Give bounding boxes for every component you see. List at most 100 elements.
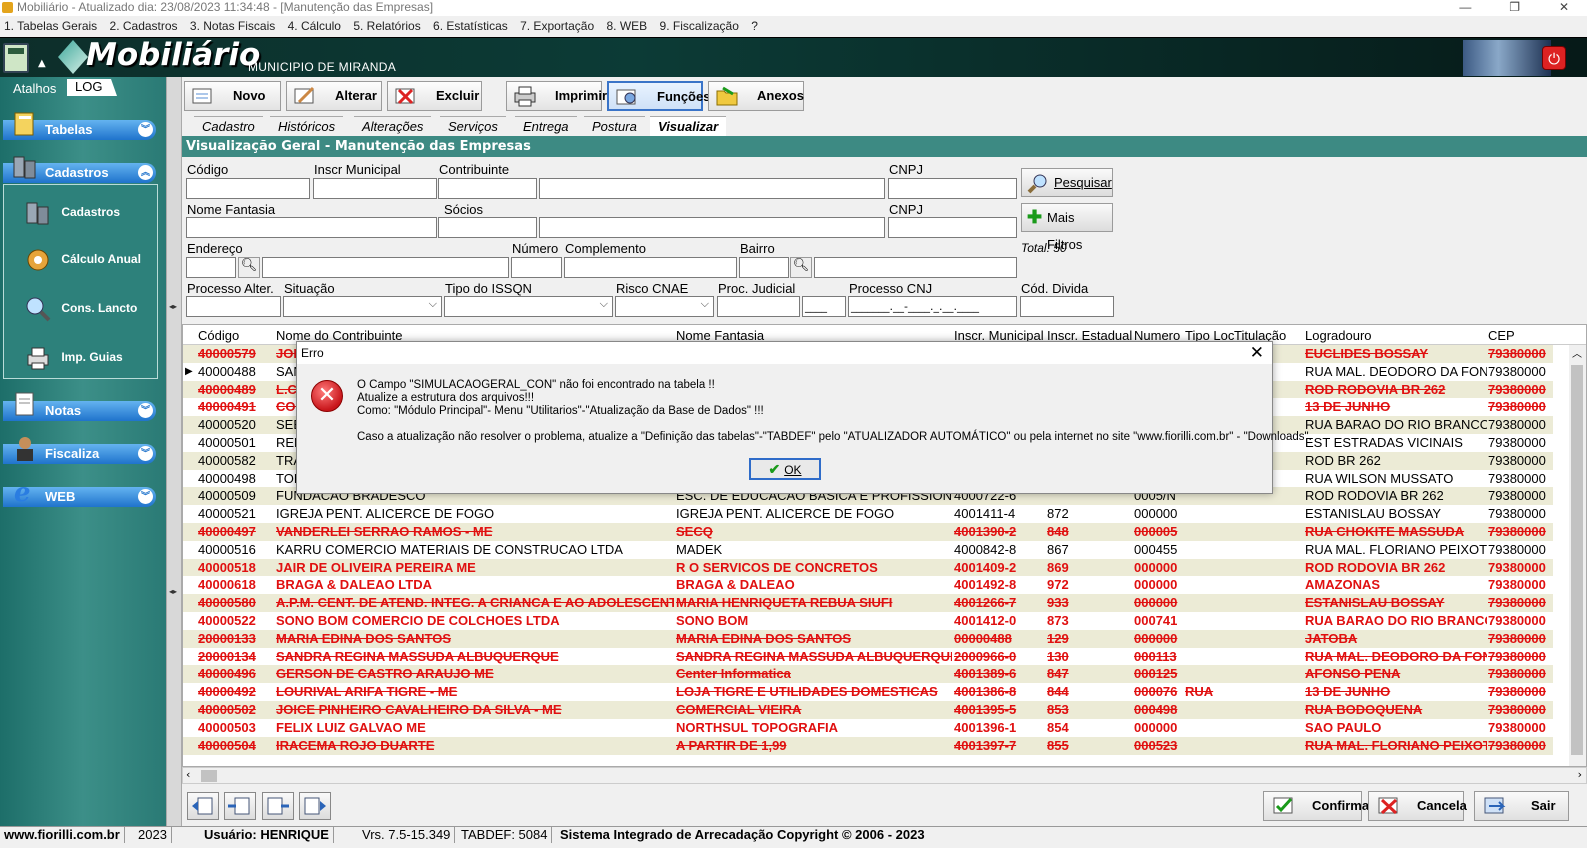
endereco-input[interactable] <box>262 257 509 278</box>
close-window-button[interactable]: ✕ <box>1541 0 1587 14</box>
column-header[interactable]: Logradouro <box>1305 328 1372 343</box>
horizontal-scrollbar[interactable]: ‹ › <box>182 767 1587 784</box>
confirma-button[interactable]: Confirma <box>1263 791 1369 821</box>
cancela-button[interactable]: Cancela <box>1368 791 1467 821</box>
socios-code-input[interactable] <box>438 217 537 238</box>
tab-postura[interactable]: Postura <box>584 116 645 136</box>
tab-alteracoes[interactable]: Alterações <box>354 116 432 136</box>
tipo-issqn-select[interactable] <box>444 296 613 317</box>
contribuinte-code-input[interactable] <box>438 178 537 199</box>
table-row[interactable]: 40000522 SONO BOM COMERCIO DE COLCHOES LT… <box>183 612 1553 630</box>
contribuinte-name-input[interactable] <box>539 178 885 199</box>
menu-estatisticas[interactable]: 6. Estatísticas <box>429 16 512 36</box>
table-row[interactable]: 40000504 IRACEMA ROJO DUARTE A PARTIR DE 1… <box>183 736 1553 755</box>
table-row[interactable]: 40000518 JAIR DE OLIVEIRA PEREIRA ME R O S… <box>183 558 1553 577</box>
table-row[interactable]: 40000492 LOURIVAL ARIFA TIGRE - ME LOJA TI… <box>183 683 1553 702</box>
sidebar-subitem-calculo-anual[interactable]: Cálculo Anual <box>24 246 141 274</box>
table-row[interactable]: 40000503 FELIX LUIZ GALVAO ME NORTHSUL TOP… <box>183 718 1553 737</box>
ok-button[interactable]: ✔ OK <box>749 458 821 480</box>
log-tab[interactable]: LOG <box>67 79 117 96</box>
alterar-button[interactable]: Alterar <box>286 81 382 111</box>
tab-cadastro[interactable]: Cadastro <box>194 116 263 136</box>
bairro-code-input[interactable] <box>739 257 789 278</box>
sidebar-section-cadastros[interactable]: Cadastros ︽ <box>3 156 156 183</box>
cod-divida-input[interactable] <box>1020 296 1114 317</box>
proc-judicial-input[interactable] <box>717 296 800 317</box>
menu-web[interactable]: 8. WEB <box>602 16 651 36</box>
sidebar-section-notas[interactable]: Notas ︾ <box>3 392 156 421</box>
maximize-button[interactable]: ❐ <box>1492 0 1538 14</box>
table-row[interactable]: 40000502 JOICE PINHEIRO CAVALHEIRO DA SIL… <box>183 701 1553 719</box>
sidebar-splitter[interactable]: ◂▸ ◂▸ <box>166 77 182 826</box>
menu-calculo[interactable]: 4. Cálculo <box>284 16 345 36</box>
chevron-down-icon[interactable]: ︾ <box>138 403 153 418</box>
power-icon[interactable]: ⏻ <box>1542 46 1566 70</box>
tab-historicos[interactable]: Históricos <box>270 116 344 136</box>
chevron-down-icon[interactable]: ︾ <box>138 122 153 137</box>
bairro-search-icon[interactable]: 🔍︎ <box>790 257 812 278</box>
complemento-input[interactable] <box>564 257 737 278</box>
nome-fantasia-input[interactable] <box>186 217 437 238</box>
sidebar-section-fiscaliza[interactable]: Fiscaliza ︾ <box>3 437 156 464</box>
funcoes-button[interactable]: Funções <box>607 81 710 111</box>
pesquisar-button[interactable]: Pesquisar <box>1021 168 1113 197</box>
bairro-input[interactable] <box>814 257 1017 278</box>
next-record-button[interactable] <box>262 792 294 820</box>
sidebar-subitem-cadastros[interactable]: Cadastros <box>24 199 120 227</box>
sair-button[interactable]: Sair <box>1474 791 1569 821</box>
menu-exportacao[interactable]: 7. Exportação <box>516 16 598 36</box>
scroll-thumb[interactable] <box>201 770 217 782</box>
tab-entrega[interactable]: Entrega <box>515 116 577 136</box>
menu-help[interactable]: ? <box>747 16 762 36</box>
cnpj2-input[interactable] <box>888 217 1017 238</box>
cnpj-input[interactable] <box>888 178 1017 199</box>
codigo-input[interactable] <box>186 178 310 199</box>
menu-fiscalizacao[interactable]: 9. Fiscalização <box>656 16 743 36</box>
sidebar-section-tabelas[interactable]: Tabelas ︾ <box>3 112 156 140</box>
menu-relatorios[interactable]: 5. Relatórios <box>349 16 424 36</box>
chevron-down-icon[interactable]: ︾ <box>138 446 153 461</box>
chevron-up-icon[interactable]: ︽ <box>138 165 153 180</box>
risco-cnae-select[interactable] <box>615 296 714 317</box>
menu-cadastros[interactable]: 2. Cadastros <box>106 16 182 36</box>
first-record-button[interactable] <box>187 792 219 820</box>
vertical-scrollbar[interactable]: ︿ <box>1569 345 1586 766</box>
table-row[interactable]: 40000516 KARRU COMERCIO MATERIAIS DE CONS… <box>183 540 1553 559</box>
table-row[interactable]: 40000496 GERSON DE CASTRO ARAUJO ME Center… <box>183 665 1553 684</box>
imprimir-button[interactable]: Imprimir <box>506 81 607 111</box>
menu-notas-fiscais[interactable]: 3. Notas Fiscais <box>186 16 279 36</box>
splitter-arrow-icon[interactable]: ◂▸ <box>169 587 177 596</box>
socios-name-input[interactable] <box>539 217 885 238</box>
table-row[interactable]: 20000134 SANDRA REGINA MASSUDA ALBUQUERQU… <box>183 647 1553 666</box>
column-header[interactable]: CEP <box>1488 328 1515 343</box>
mais-filtros-button[interactable]: ✚ Mais Filtros <box>1021 203 1113 252</box>
menu-tabelas-gerais[interactable]: 1. Tabelas Gerais <box>0 16 101 36</box>
anexos-button[interactable]: Anexos <box>708 81 804 111</box>
endereco-code-input[interactable] <box>186 257 236 278</box>
chevron-down-icon[interactable]: ︾ <box>138 489 153 504</box>
minimize-button[interactable]: — <box>1442 0 1488 14</box>
scroll-right-icon[interactable]: › <box>1578 768 1582 781</box>
table-row[interactable]: 40000521 IGREJA PENT. ALICERCE DE FOGO IGR… <box>183 505 1553 524</box>
tab-servicos[interactable]: Serviços <box>440 116 506 136</box>
sidebar-subitem-imp-guias[interactable]: Imp. Guias <box>24 344 123 372</box>
excluir-button[interactable]: Excluir <box>387 81 482 111</box>
processo-alter-input[interactable] <box>186 296 281 317</box>
previous-record-button[interactable] <box>224 792 256 820</box>
sidebar-section-web[interactable]: e WEB ︾ <box>3 478 156 507</box>
scroll-left-icon[interactable]: ‹ <box>186 768 190 781</box>
sidebar-subitem-cons-lancto[interactable]: Cons. Lancto <box>24 295 137 323</box>
numero-input[interactable] <box>511 257 562 278</box>
column-header[interactable]: Código <box>198 328 239 343</box>
dialog-close-icon[interactable]: ✕ <box>1250 342 1264 364</box>
tab-visualizar[interactable]: Visualizar <box>650 116 727 136</box>
processo-cnj-input[interactable]: _______.__-____._.__.____ <box>848 296 1017 317</box>
last-record-button[interactable] <box>299 792 331 820</box>
proc-judicial-year-input[interactable]: ____ <box>802 296 846 317</box>
table-row[interactable]: 20000133 MARIA EDINA DOS SANTOS MARIA EDIN… <box>183 629 1553 648</box>
novo-button[interactable]: Novo <box>184 81 281 111</box>
splitter-arrow-icon[interactable]: ◂▸ <box>169 302 177 311</box>
table-row[interactable]: 40000618 BRAGA & DALEAO LTDA BRAGA & DALEA… <box>183 576 1553 595</box>
table-row[interactable]: 40000580 A.P.M. CENT. DE ATEND. INTEG. A … <box>183 594 1553 613</box>
endereco-search-icon[interactable]: 🔍︎ <box>238 257 260 278</box>
